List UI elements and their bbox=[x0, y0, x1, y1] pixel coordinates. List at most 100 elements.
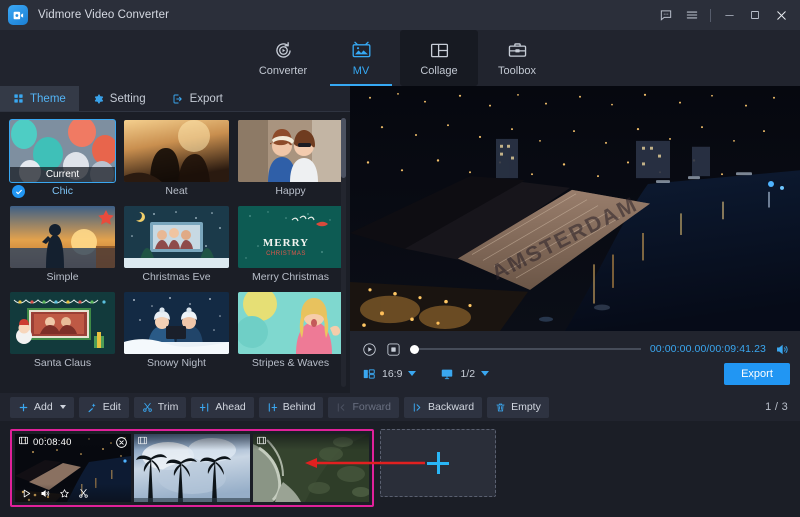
close-icon[interactable] bbox=[768, 2, 794, 28]
sub-tab-theme[interactable]: Theme bbox=[0, 86, 79, 111]
selected-check-icon bbox=[12, 185, 25, 198]
forward-button[interactable]: Forward bbox=[328, 397, 399, 418]
tab-toolbox-label: Toolbox bbox=[498, 65, 536, 77]
page-indicator: 1 / 3 bbox=[765, 401, 788, 413]
volume-icon[interactable] bbox=[775, 342, 790, 357]
theme-scrollbar-thumb[interactable] bbox=[341, 118, 346, 178]
clip-header bbox=[253, 434, 369, 450]
app-logo-icon bbox=[8, 5, 28, 25]
trim-button[interactable]: Trim bbox=[134, 397, 187, 418]
theme-name: Merry Christmas bbox=[238, 271, 343, 285]
theme-thumbnail bbox=[124, 120, 229, 182]
theme-name: Christmas Eve bbox=[124, 271, 229, 285]
theme-item-chic[interactable]: Current Chic bbox=[10, 120, 115, 199]
chevron-down-icon[interactable] bbox=[60, 405, 66, 409]
add-clip-slot[interactable] bbox=[380, 429, 496, 497]
clip-remove-button[interactable] bbox=[115, 436, 128, 449]
timeline-clip-1[interactable]: 00:08:40 bbox=[15, 434, 131, 502]
export-button[interactable]: Export bbox=[724, 363, 790, 385]
theme-label: Chic bbox=[52, 185, 73, 197]
theme-item-simple[interactable]: Simple bbox=[10, 206, 115, 285]
theme-name: Snowy Night bbox=[124, 357, 229, 371]
insert-behind-icon bbox=[267, 402, 278, 413]
timeline-clip-2[interactable] bbox=[134, 434, 250, 502]
theme-thumbnail bbox=[238, 292, 343, 354]
stop-button[interactable] bbox=[386, 342, 401, 357]
theme-item-christmas-eve[interactable]: Christmas Eve bbox=[124, 206, 229, 285]
sub-tab-export-label: Export bbox=[190, 93, 223, 105]
grid-icon bbox=[13, 93, 24, 104]
ahead-button[interactable]: Ahead bbox=[191, 397, 253, 418]
tab-converter[interactable]: Converter bbox=[244, 30, 322, 86]
sub-tab-setting[interactable]: Setting bbox=[79, 86, 159, 111]
theme-thumbnail bbox=[124, 206, 229, 268]
chevron-down-icon[interactable] bbox=[408, 371, 416, 376]
clip-play-icon[interactable] bbox=[21, 488, 32, 499]
time-display: 00:00:00.00/00:09:41.23 bbox=[650, 343, 766, 355]
application-window: Vidmore Video Converter bbox=[0, 0, 800, 517]
plus-icon bbox=[18, 402, 29, 413]
tab-mv[interactable]: MV bbox=[322, 30, 400, 86]
minimize-icon[interactable] bbox=[716, 2, 742, 28]
edit-button[interactable]: Edit bbox=[79, 397, 129, 418]
seek-slider[interactable] bbox=[410, 343, 641, 355]
main-navigation: Converter MV Collage bbox=[0, 30, 800, 86]
timeline-clip-3[interactable] bbox=[253, 434, 369, 502]
trim-label: Trim bbox=[158, 401, 179, 413]
theme-item-neat[interactable]: Neat bbox=[124, 120, 229, 199]
video-preview[interactable]: AMSTERDAM bbox=[350, 86, 800, 331]
sub-tab-theme-label: Theme bbox=[30, 93, 66, 105]
feedback-icon[interactable] bbox=[653, 2, 679, 28]
svg-text:MERRY: MERRY bbox=[263, 237, 309, 249]
quality-control[interactable]: 1/2 bbox=[440, 367, 489, 381]
theme-name: Chic bbox=[10, 185, 115, 199]
menu-icon[interactable] bbox=[679, 2, 705, 28]
toolbox-icon bbox=[507, 40, 528, 62]
maximize-icon[interactable] bbox=[742, 2, 768, 28]
sub-tab-setting-label: Setting bbox=[110, 93, 146, 105]
add-button[interactable]: Add bbox=[10, 397, 74, 418]
clip-volume-icon[interactable] bbox=[40, 488, 51, 499]
theme-thumbnail bbox=[10, 206, 115, 268]
tab-collage[interactable]: Collage bbox=[400, 30, 478, 86]
theme-item-santa-claus[interactable]: Santa Claus bbox=[10, 292, 115, 371]
tab-mv-label: MV bbox=[353, 65, 370, 77]
player-options-row: 16:9 1/2 bbox=[362, 363, 790, 385]
clip-effects-icon[interactable] bbox=[59, 488, 70, 499]
seek-track bbox=[416, 348, 641, 350]
empty-label: Empty bbox=[511, 401, 541, 413]
theme-item-merry-christmas[interactable]: MERRY CHRISTMAS Merry Christmas bbox=[238, 206, 343, 285]
aspect-ratio-control[interactable]: 16:9 bbox=[362, 367, 416, 381]
monitor-icon bbox=[440, 367, 454, 381]
theme-item-happy[interactable]: Happy bbox=[238, 120, 343, 199]
theme-thumbnail bbox=[124, 292, 229, 354]
theme-name: Neat bbox=[124, 185, 229, 199]
collage-icon bbox=[429, 40, 450, 62]
theme-thumbnail: Current bbox=[10, 120, 115, 182]
film-icon bbox=[137, 434, 148, 451]
theme-thumbnail: MERRY CHRISTMAS bbox=[238, 206, 343, 268]
theme-list-scroll-area[interactable]: Current Chic bbox=[0, 112, 350, 393]
title-bar: Vidmore Video Converter bbox=[0, 0, 800, 30]
sub-tab-bar: Theme Setting bbox=[0, 86, 350, 112]
magic-wand-icon bbox=[87, 402, 98, 413]
clip-duration: 00:08:40 bbox=[33, 437, 72, 448]
behind-button[interactable]: Behind bbox=[259, 397, 324, 418]
chevron-down-icon[interactable] bbox=[481, 371, 489, 376]
svg-text:CHRISTMAS: CHRISTMAS bbox=[266, 251, 306, 257]
theme-thumbnail bbox=[238, 120, 343, 182]
preview-panel: AMSTERDAM bbox=[350, 86, 800, 393]
backward-button[interactable]: Backward bbox=[404, 397, 482, 418]
mv-icon bbox=[351, 40, 372, 62]
backward-label: Backward bbox=[428, 401, 474, 413]
theme-item-stripes-waves[interactable]: Stripes & Waves bbox=[238, 292, 343, 371]
clip-header: 00:08:40 bbox=[15, 434, 131, 450]
seek-handle[interactable] bbox=[410, 345, 419, 354]
empty-button[interactable]: Empty bbox=[487, 397, 549, 418]
play-button[interactable] bbox=[362, 342, 377, 357]
clip-trim-icon[interactable] bbox=[78, 488, 89, 499]
sub-tab-export[interactable]: Export bbox=[159, 86, 236, 111]
theme-item-snowy-night[interactable]: Snowy Night bbox=[124, 292, 229, 371]
theme-thumbnail bbox=[10, 292, 115, 354]
tab-toolbox[interactable]: Toolbox bbox=[478, 30, 556, 86]
